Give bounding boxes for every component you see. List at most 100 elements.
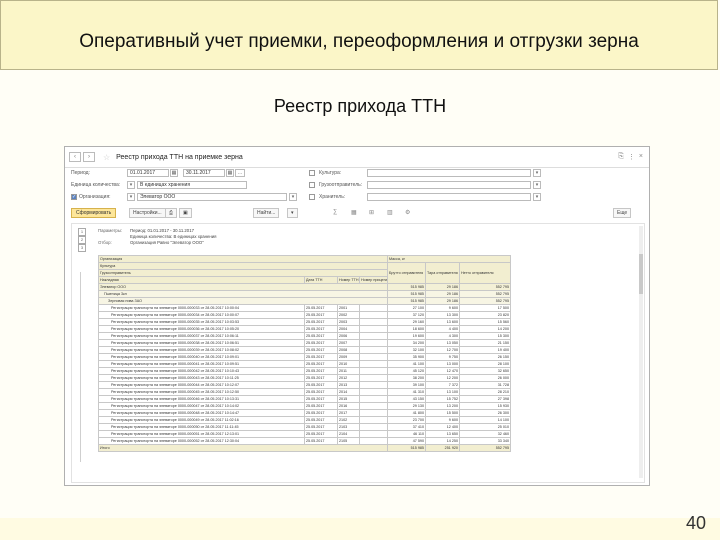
consignor-label: Грузоотправитель: [319,182,363,188]
date-from-field[interactable]: 01.01.2017 [127,169,169,177]
date-to-field[interactable]: 30.11.2017 [183,169,225,177]
table-row[interactable]: Регистрация транспорта на элеваторе 0000… [98,360,512,368]
consignor-field[interactable] [367,181,531,189]
units-field[interactable]: В единицах хранения [137,181,247,189]
consignor-checkbox[interactable] [309,182,315,188]
close-icon[interactable]: × [639,153,643,161]
chart-icon[interactable]: ▥ [387,209,393,216]
print-button[interactable]: ⎙ [165,208,178,218]
group-net: 552 795 [458,283,512,291]
scrollbar-thumb[interactable] [639,254,643,294]
table-row[interactable]: Регистрация транспорта на элеваторе 0000… [98,374,512,382]
level-2-button[interactable]: 2 [78,236,86,244]
find-button[interactable]: Найти... [253,208,280,218]
table-row[interactable]: Регистрация транспорта на элеваторе 0000… [98,332,512,340]
owner-checkbox[interactable] [309,194,315,200]
row-gross: 23 700 [387,416,426,424]
gear-icon[interactable]: ⚙ [405,209,410,216]
row-tare: 9 600 [425,304,460,312]
row-document: Регистрация транспорта на элеваторе 0000… [98,339,305,347]
row-date: 25.05.2017 [304,367,338,375]
row-gross: 39 100 [387,381,426,389]
level-1-button[interactable]: 1 [78,228,86,236]
row-tare: 13 100 [425,388,460,396]
table-row[interactable]: Регистрация транспорта на элеваторе 0000… [98,416,512,424]
group-row[interactable]: Зерновая нива ЗАО 515 985 29 186 552 795 [98,297,512,305]
slide-footer [0,518,720,540]
back-button[interactable]: ‹ [69,152,81,162]
more-icon[interactable]: ⋮ [628,153,635,161]
crop-field[interactable] [367,169,531,177]
table-row[interactable]: Регистрация транспорта на элеваторе 0000… [98,367,512,375]
row-net: 25 010 [458,423,512,431]
table-row[interactable]: Регистрация транспорта на элеваторе 0000… [98,402,512,410]
row-document: Регистрация транспорта на элеваторе 0000… [98,353,305,361]
table-row[interactable]: Регистрация транспорта на элеваторе 0000… [98,346,512,354]
row-gross: 46 110 [387,430,426,438]
favorite-star-icon[interactable]: ☆ [103,153,110,162]
form-report-button[interactable]: Сформировать [71,208,117,218]
table-row[interactable]: Регистрация транспорта на элеваторе 0000… [98,437,512,445]
total-row[interactable]: Итого 515 985 251 920 552 795 [98,444,512,452]
consignor-dropdown-icon[interactable]: ▾ [533,181,541,189]
level-3-button[interactable]: 3 [78,244,86,252]
table-row[interactable]: Регистрация транспорта на элеваторе 0000… [98,325,512,333]
sum-icon[interactable]: ∑ [333,209,337,215]
window-title: Реестр прихода ТТН на приемке зерна [116,153,243,161]
row-gross: 41 100 [387,360,426,368]
row-trailer [359,409,388,417]
table-row[interactable]: Регистрация транспорта на элеваторе 0000… [98,388,512,396]
group-row[interactable]: Пшеница 3кл 515 985 29 186 552 795 [98,290,512,298]
org-label: Организация: [79,194,111,200]
row-net: 32 650 [458,367,512,375]
group-tree-line [80,272,81,462]
org-dropdown-icon[interactable]: ▾ [289,193,297,201]
row-tare: 4 400 [425,325,460,333]
table-row[interactable]: Регистрация транспорта на элеваторе 0000… [98,318,512,326]
table-row[interactable]: Регистрация транспорта на элеваторе 0000… [98,423,512,431]
settings-button[interactable]: Настройки... [129,208,166,218]
org-field[interactable]: Элеватор ООО [137,193,287,201]
row-gross: 18 600 [387,325,426,333]
forward-button[interactable]: › [83,152,95,162]
save-button[interactable]: ▣ [179,208,192,218]
calendar-to-icon[interactable]: ▦ [226,169,234,177]
org-checkbox[interactable] [71,194,77,200]
row-trailer [359,346,388,354]
more-button[interactable]: Еще [613,208,632,218]
table-icon[interactable]: ▦ [351,209,357,216]
row-document: Регистрация транспорта на элеваторе 0000… [98,395,305,403]
table-header-row[interactable]: Организация Масса, кг [98,255,512,263]
table-row[interactable]: Регистрация транспорта на элеваторе 0000… [98,304,512,312]
row-trailer [359,318,388,326]
table-row[interactable]: Регистрация транспорта на элеваторе 0000… [98,353,512,361]
table-row[interactable]: Регистрация транспорта на элеваторе 0000… [98,409,512,417]
group-row[interactable]: Элеватор ООО 515 985 29 186 552 795 [98,283,512,291]
table-row[interactable]: Регистрация транспорта на элеваторе 0000… [98,395,512,403]
row-document: Регистрация транспорта на элеваторе 0000… [98,332,305,340]
row-gross: 45 120 [387,367,426,375]
table-row[interactable]: Регистрация транспорта на элеваторе 0000… [98,311,512,319]
link-icon[interactable]: ⎘ [618,153,624,161]
owner-field[interactable] [367,193,531,201]
crop-dropdown-icon[interactable]: ▾ [533,169,541,177]
table-header-row[interactable]: Культура Брутто отправителя Тара отправите… [98,262,512,284]
calendar-from-icon[interactable]: ▦ [170,169,178,177]
row-number: 2002 [337,311,360,319]
table-row[interactable]: Регистрация транспорта на элеваторе 0000… [98,339,512,347]
crop-label: Культура: [319,170,342,176]
row-gross: 27 100 [387,304,426,312]
expand-icon[interactable]: ⊞ [369,209,374,216]
units-toggle[interactable]: ▾ [127,181,135,189]
crop-checkbox[interactable] [309,170,315,176]
row-gross: 32 100 [387,346,426,354]
row-date: 25.05.2017 [304,409,338,417]
period-select-button[interactable]: … [235,169,245,177]
row-trailer [359,381,388,389]
save-as-button[interactable]: ▾ [287,208,298,218]
table-row[interactable]: Регистрация транспорта на элеваторе 0000… [98,381,512,389]
row-tare: 13 600 [425,318,460,326]
table-row[interactable]: Регистрация транспорта на элеваторе 0000… [98,430,512,438]
owner-dropdown-icon[interactable]: ▾ [533,193,541,201]
org-toggle[interactable]: ▾ [127,193,135,201]
